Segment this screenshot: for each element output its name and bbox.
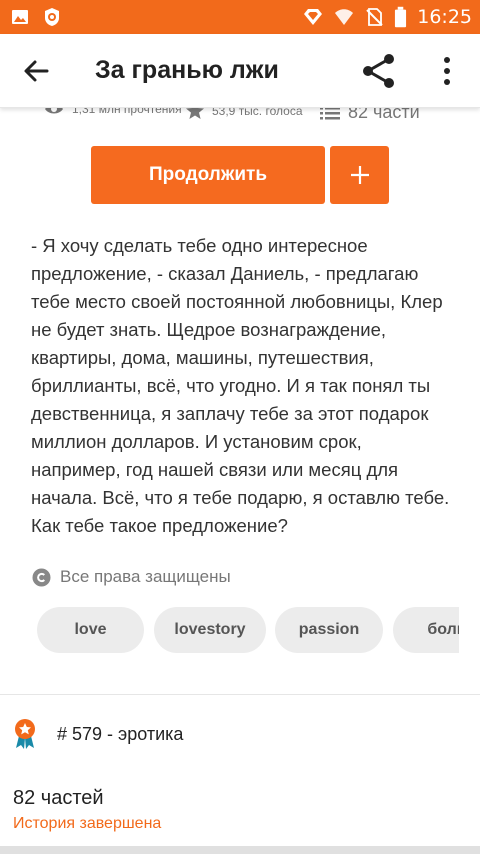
ranking-text[interactable]: # 579 - эротика xyxy=(57,724,183,745)
image-icon xyxy=(12,10,28,24)
tag-passion[interactable]: passion xyxy=(275,607,383,653)
app-bar: За гранью лжи xyxy=(0,34,480,108)
status-bar: 16:25 xyxy=(0,0,480,34)
parts-count: 82 частей xyxy=(13,787,104,809)
copyright-icon xyxy=(32,568,51,586)
ranking-medal-icon xyxy=(15,719,35,749)
ranking-badge[interactable] xyxy=(12,718,38,750)
no-sim-icon xyxy=(366,8,383,26)
page-title: За гранью лжи xyxy=(95,56,279,84)
tag-lovestory[interactable]: lovestory xyxy=(154,607,266,653)
share-icon[interactable] xyxy=(360,52,398,90)
tag-list: love lovestory passion боль xyxy=(37,607,459,653)
plus-icon xyxy=(350,166,369,184)
add-to-library-button[interactable] xyxy=(330,146,389,204)
battery-icon xyxy=(395,6,407,28)
clock: 16:25 xyxy=(417,6,472,28)
story-status: История завершена xyxy=(13,815,162,832)
continue-reading-button[interactable]: Продолжить xyxy=(91,146,325,204)
section-divider xyxy=(0,694,480,695)
vibrate-icon xyxy=(304,9,323,25)
copyright-notice: Все права защищены xyxy=(32,567,231,587)
story-description: - Я хочу сделать тебе одно интересное пр… xyxy=(31,235,450,536)
copyright-text: Все права защищены xyxy=(60,567,231,586)
more-vert-icon[interactable] xyxy=(436,54,458,88)
app-icon xyxy=(45,8,59,26)
tag-bol[interactable]: боль xyxy=(393,607,459,653)
back-arrow-icon[interactable] xyxy=(22,56,52,86)
tag-love[interactable]: love xyxy=(37,607,144,653)
bottom-divider xyxy=(0,846,480,854)
wifi-icon xyxy=(335,9,354,25)
